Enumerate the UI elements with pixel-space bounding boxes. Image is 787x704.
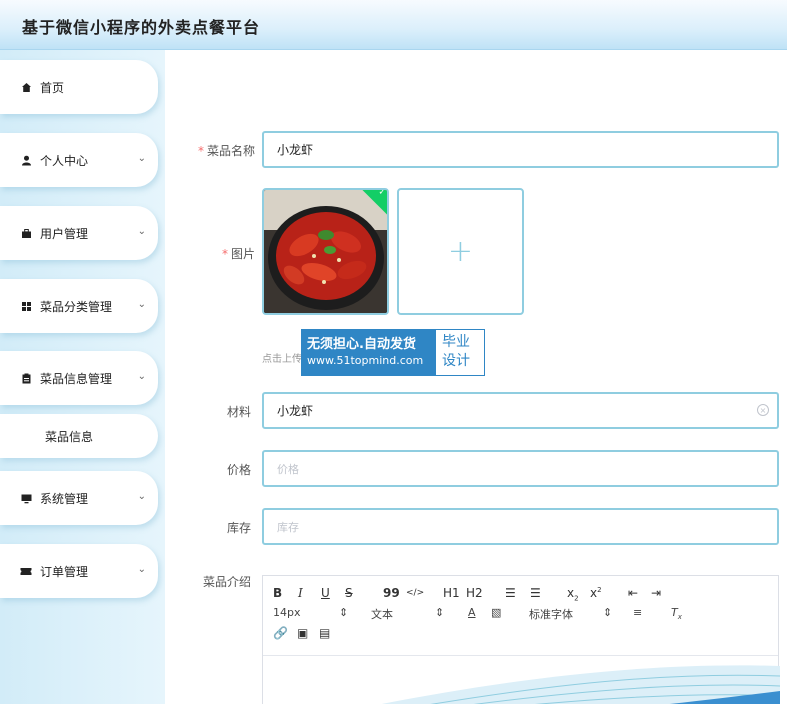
watermark-right1: 毕业 bbox=[442, 334, 470, 350]
video-icon[interactable]: ▤ bbox=[319, 626, 330, 640]
user-icon bbox=[20, 154, 32, 166]
clipboard-icon bbox=[20, 372, 32, 384]
toolbar-row-3: 🔗 ▣ ▤ bbox=[273, 626, 768, 646]
ticket-icon bbox=[20, 565, 32, 577]
clear-format-icon[interactable]: Tx bbox=[671, 606, 682, 621]
briefcase-icon bbox=[20, 227, 32, 239]
watermark-right: 毕业 设计 bbox=[436, 330, 484, 375]
toolbar-row-2: 14px ⇕ 文本 ⇕ A ▧ 标准字体 ⇕ ≡ Tx bbox=[273, 606, 768, 626]
font-family-select[interactable]: 标准字体 bbox=[529, 606, 573, 622]
select-arrows-icon: ⇕ bbox=[435, 606, 445, 619]
quote-button[interactable]: 99 bbox=[383, 586, 400, 600]
chevron-down-icon: ⌄ bbox=[137, 153, 146, 164]
watermark-banner: 无须担心.自动发货 www.51topmind.com 毕业 设计 bbox=[301, 329, 485, 376]
chevron-down-icon: ⌄ bbox=[137, 564, 146, 575]
editor-toolbar: B I U S 99 </> H1 H2 ☰ ☰ x2 x2 ⇤ ⇥ 14px … bbox=[263, 576, 778, 656]
sidebar-item-label: 个人中心 bbox=[40, 153, 89, 168]
align-icon[interactable]: ≡ bbox=[633, 606, 642, 619]
sidebar-item-personal-center[interactable]: 个人中心 ⌄ bbox=[0, 133, 158, 187]
material-label: 材料 bbox=[226, 405, 251, 419]
intro-label: 菜品介绍 bbox=[202, 575, 251, 589]
chevron-down-icon: ⌄ bbox=[137, 226, 146, 237]
strike-button[interactable]: S bbox=[345, 586, 353, 600]
stock-label: 库存 bbox=[226, 521, 251, 535]
toolbar-row-1: B I U S 99 </> H1 H2 ☰ ☰ x2 x2 ⇤ ⇥ bbox=[273, 586, 768, 606]
sidebar-item-label: 系统管理 bbox=[40, 491, 89, 506]
app-title: 基于微信小程序的外卖点餐平台 bbox=[22, 18, 261, 37]
main-content: * 菜品名称 小龙虾 * 图片 ✓ + 点击上传 无须担心.自动发货 www.5… bbox=[165, 50, 787, 704]
decorative-wave bbox=[381, 665, 780, 704]
sidebar-item-label: 用户管理 bbox=[40, 226, 89, 241]
link-icon[interactable]: 🔗 bbox=[273, 626, 288, 640]
sidebar-item-category-management[interactable]: 菜品分类管理 ⌄ bbox=[0, 279, 158, 333]
monitor-icon bbox=[20, 492, 32, 504]
bold-button[interactable]: B bbox=[273, 586, 282, 600]
watermark-line1: 无须担心.自动发货 bbox=[307, 337, 416, 352]
dish-image-thumbnail[interactable]: ✓ bbox=[262, 188, 389, 315]
sidebar: 首页 个人中心 ⌄ 用户管理 ⌄ 菜品分类管理 ⌄ 菜品信息管理 ⌄ 菜品信息 … bbox=[0, 50, 165, 704]
stock-input[interactable]: 库存 bbox=[262, 508, 779, 545]
required-mark: * bbox=[197, 144, 204, 158]
dish-name-label: * 菜品名称 bbox=[197, 144, 255, 158]
plus-icon: + bbox=[447, 234, 474, 269]
app-header: 基于微信小程序的外卖点餐平台 bbox=[0, 0, 787, 50]
sidebar-item-label: 首页 bbox=[40, 80, 65, 95]
price-placeholder: 价格 bbox=[277, 462, 299, 476]
chevron-down-icon: ⌄ bbox=[137, 299, 146, 310]
grid-icon bbox=[20, 300, 32, 312]
required-mark: * bbox=[221, 247, 228, 261]
material-input[interactable]: 小龙虾 × bbox=[262, 392, 779, 429]
upload-tip: 点击上传 bbox=[262, 354, 302, 365]
watermark-line2: www.51topmind.com bbox=[307, 354, 424, 367]
price-input[interactable]: 价格 bbox=[262, 450, 779, 487]
h1-button[interactable]: H1 bbox=[443, 586, 460, 600]
outdent-icon[interactable]: ⇤ bbox=[628, 586, 638, 600]
ordered-list-icon[interactable]: ☰ bbox=[505, 586, 516, 600]
select-arrows-icon: ⇕ bbox=[339, 606, 349, 619]
sidebar-item-user-management[interactable]: 用户管理 ⌄ bbox=[0, 206, 158, 260]
rich-text-editor[interactable]: B I U S 99 </> H1 H2 ☰ ☰ x2 x2 ⇤ ⇥ 14px … bbox=[262, 575, 780, 704]
clear-icon[interactable]: × bbox=[757, 404, 769, 416]
dish-name-value: 小龙虾 bbox=[277, 143, 314, 157]
watermark-right2: 设计 bbox=[442, 353, 470, 369]
h2-button[interactable]: H2 bbox=[466, 586, 483, 600]
select-arrows-icon: ⇕ bbox=[603, 606, 613, 619]
editor-content-area[interactable] bbox=[263, 656, 780, 704]
check-icon: ✓ bbox=[378, 188, 386, 198]
crayfish-image bbox=[264, 190, 387, 313]
stock-placeholder: 库存 bbox=[277, 520, 299, 534]
home-icon bbox=[20, 81, 32, 93]
sidebar-item-label: 菜品信息管理 bbox=[40, 371, 113, 386]
font-color-icon[interactable]: A bbox=[468, 606, 476, 619]
material-value: 小龙虾 bbox=[277, 404, 314, 418]
subscript-button[interactable]: x2 bbox=[567, 586, 579, 602]
superscript-button[interactable]: x2 bbox=[590, 586, 602, 600]
text-style-select[interactable]: 文本 bbox=[371, 606, 393, 622]
chevron-down-icon: ⌄ bbox=[137, 491, 146, 502]
dish-name-input[interactable]: 小龙虾 bbox=[262, 131, 779, 168]
watermark-left: 无须担心.自动发货 www.51topmind.com bbox=[302, 330, 436, 375]
sidebar-subitem-dish-info[interactable]: 菜品信息 bbox=[0, 414, 158, 458]
image-label: * 图片 bbox=[221, 247, 255, 261]
bullet-list-icon[interactable]: ☰ bbox=[530, 586, 541, 600]
chevron-down-icon: ⌄ bbox=[137, 371, 146, 382]
underline-button[interactable]: U bbox=[321, 586, 330, 600]
sidebar-item-label: 菜品分类管理 bbox=[40, 299, 113, 314]
price-label: 价格 bbox=[226, 463, 251, 477]
sidebar-item-home[interactable]: 首页 bbox=[0, 60, 158, 114]
italic-button[interactable]: I bbox=[298, 586, 303, 600]
background-color-icon[interactable]: ▧ bbox=[491, 606, 501, 619]
sidebar-item-dish-info-management[interactable]: 菜品信息管理 ⌄ bbox=[0, 351, 158, 405]
sidebar-item-system-management[interactable]: 系统管理 ⌄ bbox=[0, 471, 158, 525]
indent-icon[interactable]: ⇥ bbox=[651, 586, 661, 600]
sidebar-item-order-management[interactable]: 订单管理 ⌄ bbox=[0, 544, 158, 598]
sidebar-item-label: 订单管理 bbox=[40, 564, 89, 579]
image-icon[interactable]: ▣ bbox=[297, 626, 308, 640]
image-upload-button[interactable]: + bbox=[397, 188, 524, 315]
font-size-select[interactable]: 14px bbox=[273, 606, 301, 619]
code-button[interactable]: </> bbox=[406, 588, 424, 598]
